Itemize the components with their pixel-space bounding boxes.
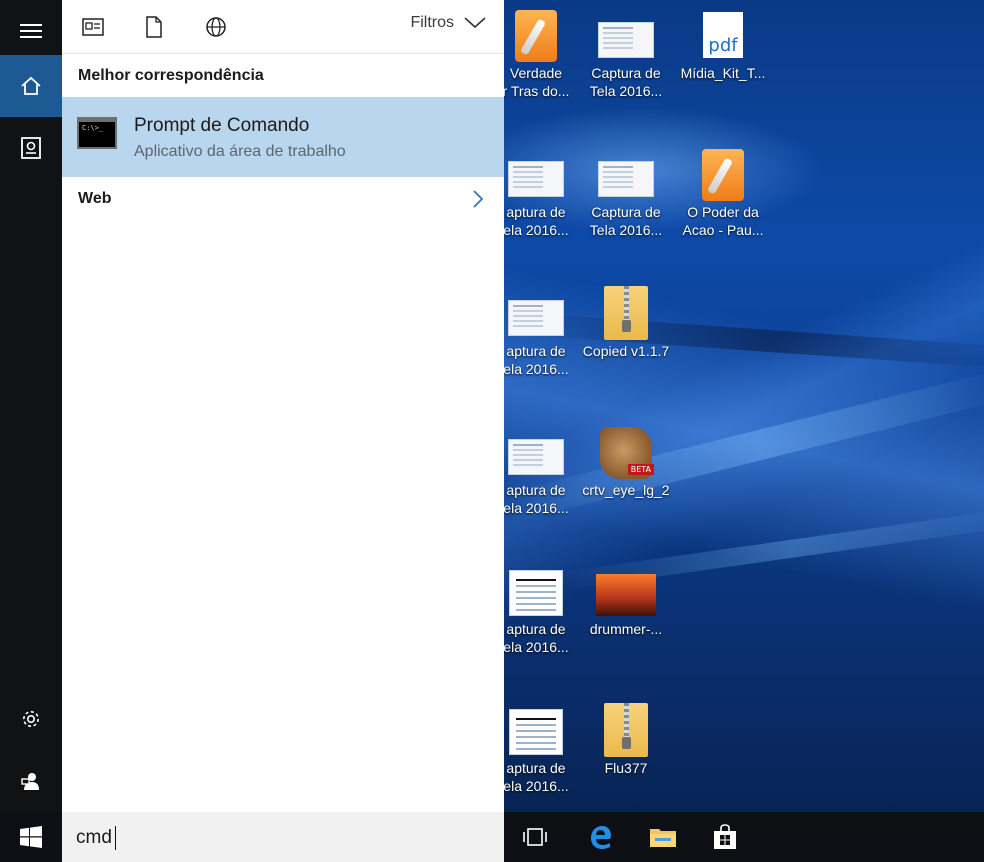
desktop-icon-label: Captura de Tela 2016... bbox=[589, 204, 663, 238]
start-button[interactable] bbox=[0, 812, 62, 862]
task-view-button[interactable] bbox=[504, 812, 566, 862]
home-icon bbox=[21, 76, 41, 95]
desktop-icon-label: Mídia_Kit_T... bbox=[680, 65, 766, 81]
desktop-icon-label: Flu377 bbox=[604, 760, 648, 776]
desktop-icon-label: crtv_eye_lg_2 bbox=[582, 482, 670, 498]
documents-filter-button[interactable] bbox=[139, 12, 169, 42]
rar-archive-icon bbox=[600, 427, 654, 479]
store-button[interactable] bbox=[694, 812, 756, 862]
edge-browser-icon bbox=[591, 826, 611, 849]
file-explorer-icon bbox=[650, 829, 676, 847]
filters-dropdown[interactable]: Filtros bbox=[410, 14, 486, 32]
web-globe-icon bbox=[206, 17, 226, 37]
screenshot-file-icon bbox=[508, 439, 564, 475]
chevron-right-icon bbox=[473, 190, 484, 208]
search-results-panel: Filtros Melhor correspondência Prompt de… bbox=[62, 0, 504, 812]
screenshot-file-icon bbox=[508, 161, 564, 197]
taskbar bbox=[0, 812, 984, 862]
start-rail bbox=[0, 0, 62, 812]
edge-browser-button[interactable] bbox=[570, 812, 632, 862]
chevron-down-icon bbox=[464, 17, 486, 29]
menu-button[interactable] bbox=[0, 0, 62, 62]
screenshot-file-icon bbox=[598, 161, 654, 197]
screenshot-file-icon bbox=[508, 300, 564, 336]
pages-file-icon bbox=[515, 10, 557, 62]
command-prompt-icon bbox=[77, 117, 117, 149]
notebook-button[interactable] bbox=[0, 117, 62, 179]
screenshot-file-icon bbox=[509, 570, 563, 616]
menu-icon bbox=[20, 24, 42, 38]
wallpaper-beam bbox=[519, 312, 984, 370]
pdf-file-icon bbox=[703, 12, 743, 58]
search-input[interactable] bbox=[76, 824, 476, 852]
windows-start-icon bbox=[20, 826, 42, 848]
file-explorer-button[interactable] bbox=[632, 812, 694, 862]
zip-folder-icon bbox=[604, 703, 648, 757]
desktop-icon-label: Captura de Tela 2016... bbox=[589, 65, 663, 99]
apps-icon bbox=[82, 18, 104, 36]
web-search-row[interactable]: Web bbox=[62, 178, 504, 220]
document-icon bbox=[146, 16, 162, 38]
search-box[interactable] bbox=[62, 812, 504, 862]
apps-filter-button[interactable] bbox=[78, 12, 108, 42]
zip-folder-icon bbox=[604, 286, 648, 340]
desktop-icon-label: Copied v1.1.7 bbox=[582, 343, 670, 359]
settings-button[interactable] bbox=[0, 688, 62, 750]
best-match-heading: Melhor correspondência bbox=[78, 67, 264, 84]
web-filter-button[interactable] bbox=[201, 12, 231, 42]
image-file-icon bbox=[596, 574, 656, 616]
desktop-icon-label: O Poder da Acao - Pau... bbox=[682, 204, 764, 238]
screenshot-file-icon bbox=[598, 22, 654, 58]
home-button[interactable] bbox=[0, 55, 62, 117]
result-title: Prompt de Comando bbox=[134, 115, 310, 136]
best-match-result[interactable]: Prompt de Comando Aplicativo da área de … bbox=[62, 97, 504, 177]
pages-file-icon bbox=[702, 149, 744, 201]
text-caret bbox=[115, 826, 116, 850]
settings-icon bbox=[23, 711, 39, 727]
filters-label: Filtros bbox=[410, 14, 454, 31]
web-label: Web bbox=[78, 190, 112, 207]
task-view-icon bbox=[523, 828, 547, 846]
notebook-icon bbox=[21, 137, 41, 159]
store-icon bbox=[714, 824, 736, 849]
result-subtitle: Aplicativo da área de trabalho bbox=[134, 143, 346, 160]
search-toolbar: Filtros bbox=[62, 0, 504, 54]
desktop-icon-label: drummer-... bbox=[589, 621, 663, 637]
feedback-button[interactable] bbox=[0, 750, 62, 812]
feedback-icon bbox=[21, 773, 39, 790]
screenshot-file-icon bbox=[509, 709, 563, 755]
